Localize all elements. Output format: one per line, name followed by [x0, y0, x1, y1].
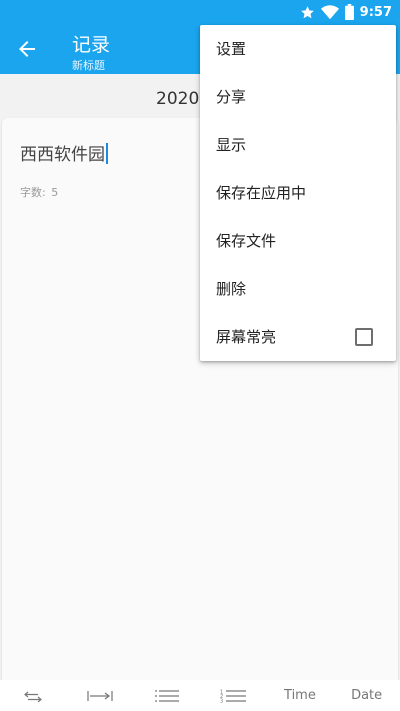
status-bar: 9:57: [0, 0, 400, 24]
note-editor[interactable]: 西西软件园: [20, 140, 108, 165]
note-text: 西西软件园: [20, 145, 105, 165]
back-button[interactable]: [14, 37, 40, 61]
indent-icon: [87, 690, 113, 701]
bottom-toolbar: 1 2 3 Time Date: [0, 680, 400, 711]
indent-button[interactable]: [67, 680, 134, 711]
overflow-menu: 设置 分享 显示 保存在应用中 保存文件 删除 屏幕常亮: [200, 25, 396, 361]
menu-item-save-in-app[interactable]: 保存在应用中: [200, 169, 396, 217]
arrow-left-icon: [19, 41, 35, 57]
menu-item-label: 分享: [216, 88, 247, 106]
insert-date-button[interactable]: Date: [333, 680, 400, 711]
keep-screen-on-checkbox[interactable]: [355, 328, 373, 346]
word-count-value: 5: [51, 186, 59, 199]
bullet-list-icon: [154, 689, 179, 702]
word-count-label: 字数:: [20, 186, 46, 199]
menu-item-save-file[interactable]: 保存文件: [200, 217, 396, 265]
numbered-list-button[interactable]: 1 2 3: [200, 680, 267, 711]
page-subtitle: 新标题: [72, 59, 105, 72]
star-icon: [300, 5, 314, 18]
battery-icon: [344, 4, 354, 20]
undo-button[interactable]: [0, 680, 67, 711]
menu-item-delete[interactable]: 删除: [200, 265, 396, 313]
page-title: 记录: [72, 34, 111, 56]
insert-time-button[interactable]: Time: [267, 680, 334, 711]
status-time: 9:57: [359, 4, 392, 20]
bullet-list-button[interactable]: [133, 680, 200, 711]
text-cursor: [106, 143, 108, 164]
numbered-list-icon: 1 2 3: [220, 689, 247, 703]
menu-item-display[interactable]: 显示: [200, 121, 396, 169]
menu-item-settings[interactable]: 设置: [200, 25, 396, 73]
undo-icon: [24, 691, 43, 702]
menu-item-label: 设置: [216, 40, 247, 58]
word-count: 字数: 5: [20, 184, 60, 200]
menu-item-keep-screen-on[interactable]: 屏幕常亮: [200, 313, 396, 361]
menu-item-label: 显示: [216, 136, 247, 154]
menu-item-label: 保存在应用中: [216, 184, 307, 202]
menu-item-label: 删除: [216, 280, 247, 298]
svg-text:3: 3: [220, 698, 223, 703]
wifi-icon: [320, 4, 339, 19]
menu-item-share[interactable]: 分享: [200, 73, 396, 121]
menu-item-label: 屏幕常亮: [216, 328, 277, 346]
menu-item-label: 保存文件: [216, 232, 277, 250]
status-icons: 9:57: [300, 3, 392, 21]
